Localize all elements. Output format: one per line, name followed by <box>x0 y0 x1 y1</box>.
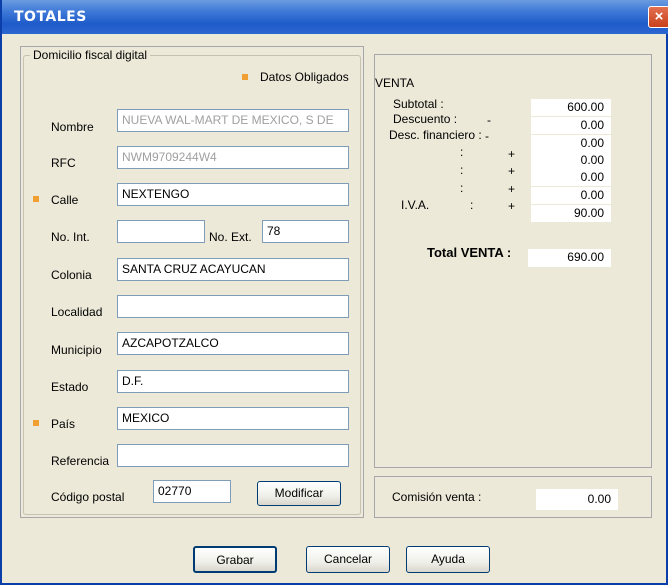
ayuda-button[interactable]: Ayuda <box>406 546 490 573</box>
desc-financiero-label: Desc. financiero : <box>389 128 482 142</box>
totales-window: TOTALES × Domicilio fiscal digital Datos… <box>0 0 668 585</box>
referencia-field[interactable] <box>117 444 349 467</box>
codigo-postal-field[interactable]: 02770 <box>153 480 231 503</box>
window-title: TOTALES <box>14 9 87 25</box>
municipio-label: Municipio <box>51 343 102 357</box>
venta-title: VENTA <box>375 76 415 90</box>
iva-value: 90.00 <box>531 205 611 222</box>
subtotal-label: Subtotal : <box>393 97 444 111</box>
extra-label-2: : <box>460 163 464 177</box>
localidad-label: Localidad <box>51 305 103 319</box>
descuento-value: 0.00 <box>531 117 611 134</box>
address-panel: Domicilio fiscal digital Datos Obligados… <box>20 46 364 518</box>
desc-financiero-sign: - <box>485 129 489 143</box>
referencia-label: Referencia <box>51 454 110 468</box>
localidad-field[interactable] <box>117 295 349 318</box>
extra-value-1: 0.00 <box>531 152 611 169</box>
subtotal-value: 600.00 <box>531 99 611 116</box>
estado-field[interactable]: D.F. <box>117 370 349 393</box>
extra-sign-1: + <box>508 147 516 161</box>
colonia-field[interactable]: SANTA CRUZ ACAYUCAN <box>117 258 349 281</box>
extra-value-2: 0.00 <box>531 169 611 186</box>
address-group-legend: Domicilio fiscal digital <box>30 48 151 62</box>
no-int-field[interactable] <box>117 220 205 243</box>
extra-sign-3: + <box>508 182 516 196</box>
pais-field[interactable]: MEXICO <box>117 407 349 430</box>
comision-value: 0.00 <box>536 489 618 510</box>
nombre-field[interactable]: NUEVA WAL-MART DE MEXICO, S DE <box>117 109 349 132</box>
extra-value-3: 0.00 <box>531 187 611 204</box>
required-marker-icon <box>33 196 39 202</box>
no-ext-field[interactable]: 78 <box>262 220 349 243</box>
estado-label: Estado <box>51 380 89 394</box>
desc-financiero-value: 0.00 <box>531 135 611 152</box>
colonia-label: Colonia <box>51 268 92 282</box>
required-marker-icon <box>33 420 39 426</box>
extra-label-1: : <box>460 145 464 159</box>
grabar-button[interactable]: Grabar <box>193 546 277 573</box>
extra-sign-2: + <box>508 164 516 178</box>
municipio-field[interactable]: AZCAPOTZALCO <box>117 332 349 355</box>
descuento-label: Descuento : <box>393 112 458 126</box>
modificar-button[interactable]: Modificar <box>257 481 341 506</box>
calle-label: Calle <box>51 193 79 207</box>
rfc-label: RFC <box>51 156 76 170</box>
iva-label: I.V.A. <box>401 198 430 212</box>
cancelar-button[interactable]: Cancelar <box>306 546 390 573</box>
total-venta-label: Total VENTA : <box>427 245 512 260</box>
no-int-label: No. Int. <box>51 230 90 244</box>
extra-label-3: : <box>460 181 464 195</box>
rfc-field[interactable]: NWM9709244W4 <box>117 146 349 169</box>
codigo-postal-label: Código postal <box>51 490 125 504</box>
no-ext-label: No. Ext. <box>209 230 252 244</box>
nombre-label: Nombre <box>51 120 94 134</box>
required-note: Datos Obligados <box>260 70 349 84</box>
iva-sign: + <box>508 199 516 213</box>
total-venta-value: 690.00 <box>528 249 611 267</box>
pais-label: País <box>51 417 76 431</box>
descuento-sign: - <box>487 113 491 127</box>
required-marker-icon <box>242 74 248 80</box>
iva-colon: : <box>470 198 474 212</box>
title-bar[interactable]: TOTALES × <box>2 0 668 34</box>
close-icon[interactable]: × <box>648 6 668 28</box>
comision-label: Comisión venta : <box>392 490 482 504</box>
calle-field[interactable]: NEXTENGO <box>117 183 349 206</box>
